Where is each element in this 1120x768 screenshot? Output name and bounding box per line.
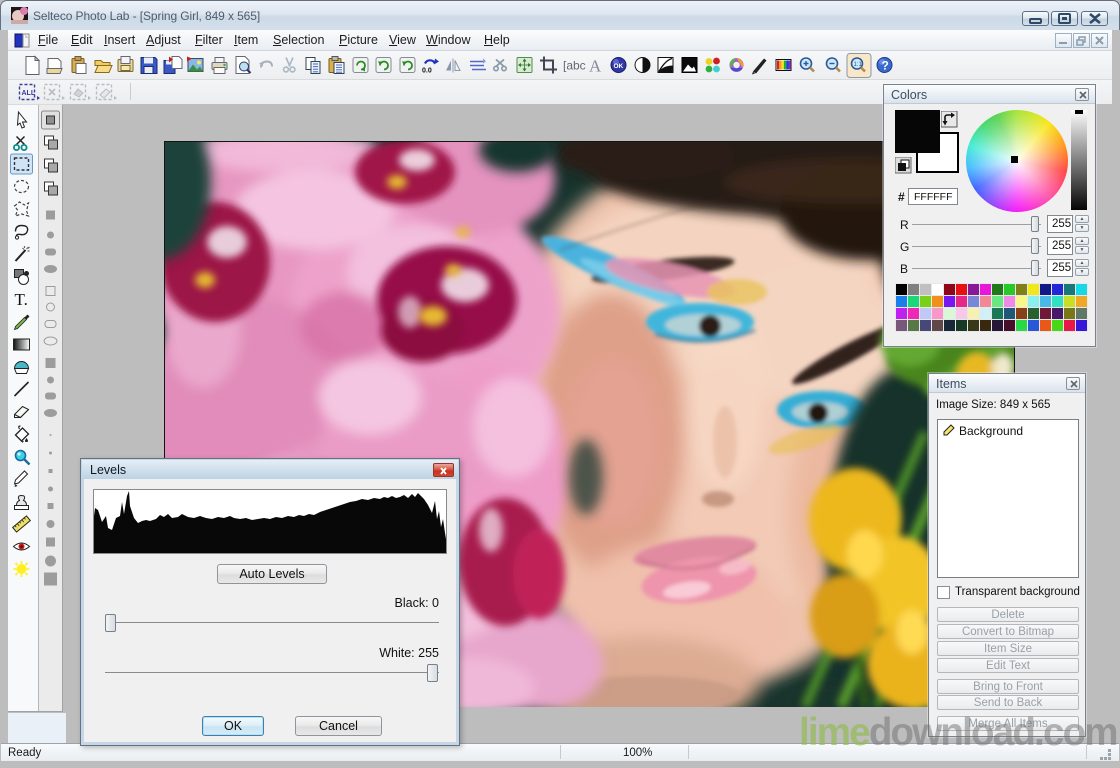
svg-text:1:1: 1:1 xyxy=(854,62,863,68)
svg-text:[abc: [abc xyxy=(563,59,586,73)
svg-text:T.: T. xyxy=(15,290,28,309)
svg-text:ALL: ALL xyxy=(22,90,36,97)
svg-text:?: ? xyxy=(882,59,889,73)
svg-text:A: A xyxy=(589,57,602,76)
svg-text:0.0: 0.0 xyxy=(422,68,432,75)
svg-text:OK: OK xyxy=(614,63,624,70)
